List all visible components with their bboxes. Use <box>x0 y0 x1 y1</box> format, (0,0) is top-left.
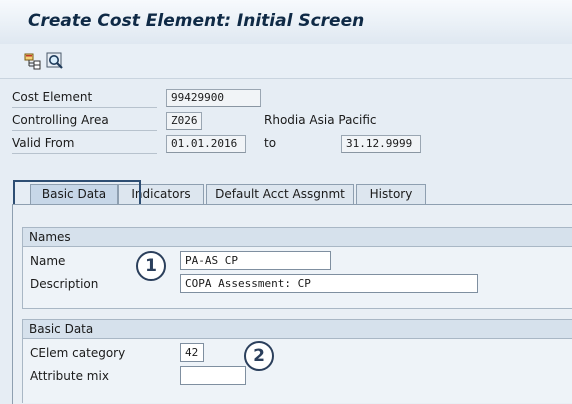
divider <box>12 153 157 154</box>
tab-label: History <box>369 187 413 201</box>
annotation-badge: 2 <box>244 341 274 371</box>
annotation-badge: 1 <box>136 251 166 281</box>
page-title: Create Cost Element: Initial Screen <box>28 11 365 31</box>
valid-from-field[interactable]: 01.01.2016 <box>166 135 246 153</box>
group-title: Names <box>23 228 572 247</box>
valid-to-label: to <box>264 136 277 150</box>
name-input[interactable]: PA-AS CP <box>180 251 331 270</box>
description-input[interactable]: COPA Assessment: CP <box>180 274 478 293</box>
cost-element-label: Cost Element <box>12 90 93 104</box>
controlling-area-description: Rhodia Asia Pacific <box>264 113 377 127</box>
description-label: Description <box>30 277 99 291</box>
celem-category-label: CElem category <box>30 346 126 360</box>
application-toolbar <box>0 44 572 79</box>
divider <box>12 107 157 108</box>
valid-to-field[interactable]: 31.12.9999 <box>341 135 421 153</box>
valid-from-label: Valid From <box>12 136 75 150</box>
name-label: Name <box>30 254 66 268</box>
controlling-area-label: Controlling Area <box>12 113 109 127</box>
attribute-mix-input[interactable] <box>180 366 246 385</box>
title-bar: Create Cost Element: Initial Screen <box>0 0 572 45</box>
hierarchy-icon[interactable] <box>24 52 42 70</box>
tab-label: Default Acct Assgnmt <box>215 187 345 201</box>
cost-element-field[interactable]: 99429900 <box>166 89 261 107</box>
magnifier-icon[interactable] <box>46 52 64 70</box>
divider <box>12 130 157 131</box>
tab-default-acct-assgnmt[interactable]: Default Acct Assgnmt <box>206 184 354 204</box>
attribute-mix-label: Attribute mix <box>30 369 109 383</box>
basic-data-group: Basic Data <box>22 319 572 403</box>
celem-category-input[interactable]: 42 <box>180 343 204 362</box>
group-title: Basic Data <box>23 320 572 339</box>
controlling-area-field[interactable]: Z026 <box>166 112 202 130</box>
tab-history[interactable]: History <box>356 184 426 204</box>
